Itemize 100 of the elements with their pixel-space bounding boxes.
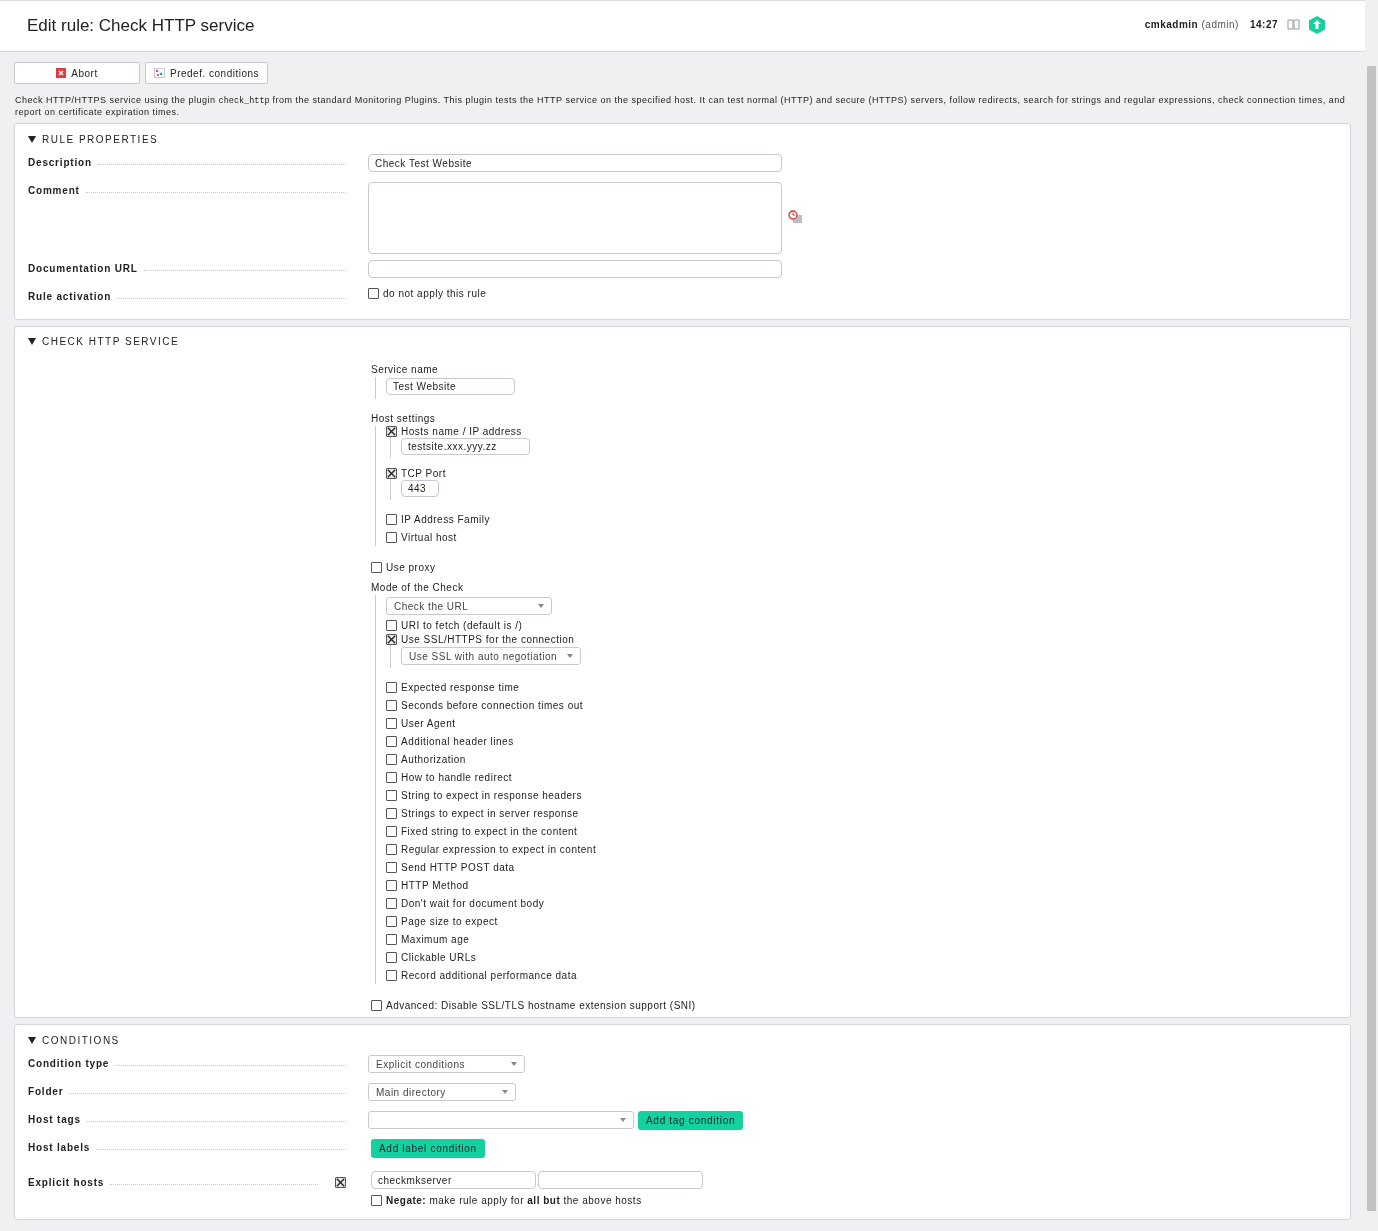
clock-time: 14:27 (1249, 19, 1278, 30)
checkbox-label: Use proxy (386, 562, 436, 573)
predefined-conditions-button[interactable]: Predef. conditions (145, 62, 269, 84)
checkbox-label: Maximum age (401, 933, 470, 945)
checkbox[interactable] (386, 619, 397, 631)
checkbox[interactable] (386, 915, 397, 927)
add-tag-button[interactable]: Add tag condition (638, 1111, 744, 1130)
checkbox-label: Regular expression to expect in content (401, 843, 597, 855)
timestamp-icon[interactable] (788, 210, 803, 224)
checkbox[interactable] (386, 789, 397, 801)
section-title[interactable]: RULE PROPERTIES (42, 134, 159, 145)
comment-field[interactable] (368, 182, 782, 254)
checkbox[interactable] (371, 1195, 382, 1206)
checkbox-label: Don't wait for document body (401, 897, 545, 909)
field-label: Documentation URL (28, 263, 138, 274)
checkbox-label: Seconds before connection times out (401, 699, 584, 711)
field-label: Mode of the Check (371, 581, 464, 595)
checkbox[interactable] (386, 825, 397, 837)
checkbox[interactable] (386, 468, 397, 479)
checkbox[interactable] (386, 897, 397, 909)
caret-icon (620, 1118, 626, 1122)
caret-icon (502, 1090, 508, 1094)
caret-icon (567, 654, 573, 658)
host-field[interactable]: checkmkserver (371, 1171, 536, 1189)
section-title[interactable]: CONDITIONS (42, 1035, 120, 1046)
checkbox[interactable] (371, 562, 382, 573)
checkbox-label: Advanced: Disable SSL/TLS hostname extension support (SNI) (386, 1000, 696, 1011)
checkbox-label: do not apply this rule (383, 288, 487, 299)
checkbox[interactable] (335, 1177, 346, 1188)
checkbox-label: Send HTTP POST data (401, 861, 515, 873)
checkbox-label: Expected response time (401, 681, 520, 693)
field-label: Host tags (28, 1114, 81, 1125)
checkbox-label: Clickable URLs (401, 951, 477, 963)
collapse-icon[interactable] (28, 1037, 36, 1044)
checkbox-label: Strings to expect in server response (401, 807, 579, 819)
checkbox[interactable] (368, 288, 379, 299)
checkbox-label: Fixed string to expect in the content (401, 825, 578, 837)
checkbox[interactable] (386, 531, 397, 543)
checkbox[interactable] (386, 861, 397, 873)
close-icon (56, 68, 67, 78)
field-label: Rule activation (28, 291, 112, 302)
checkbox[interactable] (371, 1000, 382, 1011)
collapse-icon[interactable] (28, 136, 36, 143)
checkbox[interactable] (386, 513, 397, 525)
collapse-icon[interactable] (28, 338, 36, 345)
checkbox[interactable] (386, 933, 397, 945)
service-name-field[interactable]: Test Website (386, 378, 515, 395)
checkbox[interactable] (386, 951, 397, 963)
checkbox-label: String to expect in response headers (401, 789, 582, 801)
mode-select[interactable]: Check the URL (386, 597, 552, 615)
add-label-button[interactable]: Add label condition (371, 1139, 485, 1158)
checkbox[interactable] (386, 699, 397, 711)
checkbox-label: Authorization (401, 753, 466, 765)
checkbox[interactable] (386, 634, 397, 645)
checkbox-label: Additional header lines (401, 735, 514, 747)
url-field[interactable] (368, 260, 782, 278)
dropdown-select[interactable]: Explicit conditions (368, 1055, 525, 1073)
checkbox-label: Negate: make rule apply for all but the above hosts (386, 1195, 642, 1206)
page-title: Edit rule: Check HTTP service (27, 16, 255, 36)
checkbox-label: IP Address Family (401, 513, 490, 525)
field-label: Service name (371, 363, 439, 377)
checkbox[interactable] (386, 753, 397, 765)
intro-text: Check HTTP/HTTPS service using the plugin check_http from the standard Monitoring Plugins. This plugin tests the HTTP service on the specified host. It can test normal (HTTP) and secure (HTTPS) servers, follow redirects, search for strings and regular expressions, check connection times, and report on certificate expiration times. (15, 95, 1347, 118)
host-field[interactable]: testsite.xxx.yyy.zz (401, 438, 530, 455)
checkbox[interactable] (386, 735, 397, 747)
checkbox-label: Record additional performance data (401, 969, 577, 981)
scatter-icon (154, 68, 165, 78)
field-label: Condition type (28, 1058, 110, 1069)
field-label: Host labels (28, 1142, 91, 1153)
checkbox[interactable] (386, 426, 397, 437)
port-field[interactable]: 443 (401, 480, 439, 497)
field-label: Explicit hosts (28, 1177, 105, 1188)
abort-button[interactable]: Abort (14, 62, 140, 84)
checkbox-label: HTTP Method (401, 879, 469, 891)
section-title[interactable]: CHECK HTTP SERVICE (42, 336, 180, 347)
checkbox[interactable] (386, 807, 397, 819)
checkbox-label: URI to fetch (default is /) (401, 619, 523, 631)
checkbox[interactable] (386, 771, 397, 783)
checkbox-label: Hosts name / IP address (401, 426, 522, 437)
caret-icon (538, 604, 544, 608)
checkbox[interactable] (386, 843, 397, 855)
field-label: Host settings (371, 412, 436, 426)
checkbox-label: Page size to expect (401, 915, 498, 927)
checkbox-label: Virtual host (401, 531, 457, 543)
checkbox[interactable] (386, 717, 397, 729)
checkbox-label: How to handle redirect (401, 771, 513, 783)
caret-icon (511, 1062, 517, 1066)
host-field[interactable] (538, 1171, 703, 1189)
checkbox[interactable] (386, 681, 397, 693)
ssl-select[interactable]: Use SSL with auto negotiation (401, 647, 581, 665)
checkbox-label: User Agent (401, 717, 456, 729)
field-label: Comment (28, 185, 80, 196)
field-label: Description (28, 157, 92, 168)
checkbox-label: Use SSL/HTTPS for the connection (401, 634, 575, 645)
checkbox[interactable] (386, 969, 397, 981)
dropdown-select[interactable]: Main directory (368, 1083, 516, 1101)
description-field[interactable]: Check Test Website (368, 154, 782, 172)
user-name: cmkadmin (admin) (1144, 19, 1239, 30)
checkbox-label: TCP Port (401, 468, 446, 479)
checkbox[interactable] (386, 879, 397, 891)
